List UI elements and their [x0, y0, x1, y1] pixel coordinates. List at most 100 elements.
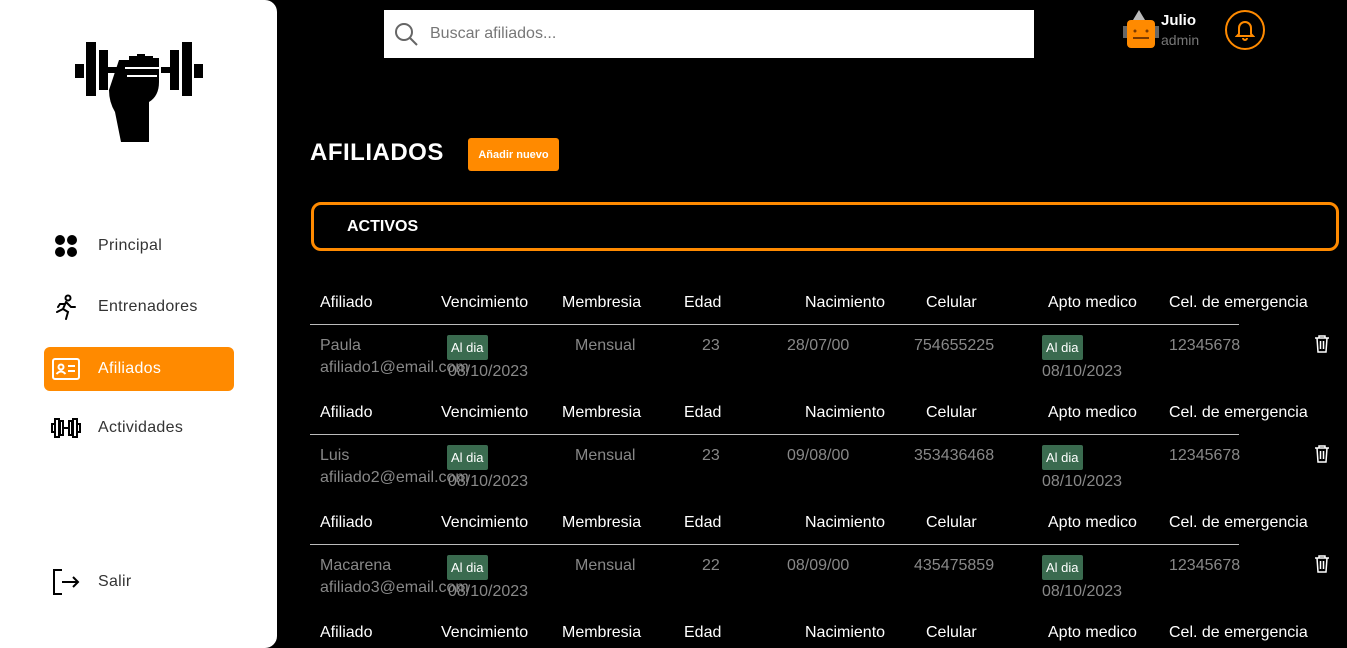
column-header: Membresia	[562, 624, 642, 641]
page-title: AFILIADOS	[310, 139, 444, 166]
age: 23	[702, 337, 720, 354]
table-header: Afiliado Vencimiento Membresia Edad Nacimien…	[310, 504, 1347, 544]
column-header: Apto medico	[1048, 404, 1137, 421]
affiliate-name: Luis	[320, 447, 350, 464]
column-header: Afiliado	[320, 294, 373, 311]
user-name: Julio	[1161, 12, 1197, 29]
add-new-button[interactable]: Añadir nuevo	[468, 138, 559, 171]
column-header: Afiliado	[320, 624, 373, 641]
birth-date: 08/09/00	[787, 557, 850, 574]
column-header: Celular	[926, 514, 977, 531]
affiliate-email: afiliado3@email.com	[320, 579, 469, 596]
search-input[interactable]	[430, 25, 990, 43]
sidebar-item-label: Afiliados	[98, 360, 162, 377]
logout-button[interactable]: Salir	[44, 560, 234, 604]
phone: 754655225	[914, 337, 995, 354]
bell-icon	[1235, 21, 1255, 41]
affiliate-name: Paula	[320, 337, 361, 354]
membership: Mensual	[575, 557, 636, 574]
sidebar-item-entrenadores[interactable]: Entrenadores	[44, 285, 234, 329]
medical-date: 08/10/2023	[1042, 473, 1123, 490]
trash-icon[interactable]	[1314, 555, 1330, 573]
column-header: Edad	[684, 624, 722, 641]
column-header: Vencimiento	[441, 404, 529, 421]
column-header: Vencimiento	[441, 514, 529, 531]
column-header: Membresia	[562, 514, 642, 531]
column-header: Celular	[926, 294, 977, 311]
column-header: Edad	[684, 514, 722, 531]
column-header: Afiliado	[320, 514, 373, 531]
table-header: Afiliado Vencimiento Membresia Edad Nacimien…	[310, 614, 1347, 648]
user-role: admin	[1161, 32, 1200, 48]
status-badge: Al dia	[447, 555, 488, 580]
expiry-date: 08/10/2023	[448, 473, 529, 490]
search-icon	[395, 23, 418, 46]
phone: 435475859	[914, 557, 995, 574]
sidebar-item-label: Principal	[98, 237, 163, 254]
medical-status-badge: Al dia	[1042, 555, 1083, 580]
sidebar: Principal Entrenadores Afiliados Activid…	[0, 0, 277, 648]
column-header: Cel. de emergencia	[1169, 514, 1308, 531]
logout-label: Salir	[98, 573, 132, 590]
table-row[interactable]: Luis afiliado2@email.com 08/10/2023 Al dia M…	[310, 435, 1347, 505]
table-header: Afiliado Vencimiento Membresia Edad Nacimien…	[310, 394, 1347, 434]
table-row[interactable]: Macarena afiliado3@email.com 08/10/2023 Al …	[310, 545, 1347, 615]
id-card-icon	[51, 354, 81, 384]
medical-status-badge: Al dia	[1042, 335, 1083, 360]
membership: Mensual	[575, 337, 636, 354]
column-header: Vencimiento	[441, 294, 529, 311]
affiliate-email: afiliado2@email.com	[320, 469, 469, 486]
medical-date: 08/10/2023	[1042, 583, 1123, 600]
column-header: Nacimiento	[805, 624, 886, 641]
column-header: Vencimiento	[441, 624, 529, 641]
activos-section-tab[interactable]: ACTIVOS	[311, 202, 1339, 251]
column-header: Cel. de emergencia	[1169, 624, 1308, 641]
logout-icon	[51, 567, 81, 597]
expiry-date: 08/10/2023	[448, 363, 529, 380]
avatar[interactable]	[1121, 10, 1161, 50]
dumbbell-icon	[51, 413, 81, 443]
sidebar-item-label: Entrenadores	[98, 298, 198, 315]
emergency-phone: 12345678	[1169, 557, 1241, 574]
column-header: Membresia	[562, 294, 642, 311]
column-header: Edad	[684, 294, 722, 311]
emergency-phone: 12345678	[1169, 447, 1241, 464]
medical-date: 08/10/2023	[1042, 363, 1123, 380]
expiry-date: 08/10/2023	[448, 583, 529, 600]
sidebar-item-actividades[interactable]: Actividades	[44, 406, 234, 450]
affiliate-email: afiliado1@email.com	[320, 359, 469, 376]
status-badge: Al dia	[447, 445, 488, 470]
status-badge: Al dia	[447, 335, 488, 360]
gym-logo-icon	[75, 42, 203, 142]
column-header: Nacimiento	[805, 404, 886, 421]
column-header: Celular	[926, 404, 977, 421]
column-header: Membresia	[562, 404, 642, 421]
age: 23	[702, 447, 720, 464]
column-header: Apto medico	[1048, 514, 1137, 531]
column-header: Nacimiento	[805, 294, 886, 311]
notifications-button[interactable]	[1225, 10, 1265, 50]
affiliate-name: Macarena	[320, 557, 392, 574]
grid-icon	[51, 231, 81, 261]
emergency-phone: 12345678	[1169, 337, 1241, 354]
birth-date: 28/07/00	[787, 337, 850, 354]
column-header: Afiliado	[320, 404, 373, 421]
column-header: Cel. de emergencia	[1169, 404, 1308, 421]
column-header: Edad	[684, 404, 722, 421]
table-row[interactable]: Paula afiliado1@email.com 08/10/2023 Al dia…	[310, 325, 1347, 395]
column-header: Apto medico	[1048, 294, 1137, 311]
trash-icon[interactable]	[1314, 445, 1330, 463]
sidebar-item-afiliados[interactable]: Afiliados	[44, 347, 234, 391]
medical-status-badge: Al dia	[1042, 445, 1083, 470]
trash-icon[interactable]	[1314, 335, 1330, 353]
search-bar	[384, 10, 1034, 58]
phone: 353436468	[914, 447, 995, 464]
column-header: Apto medico	[1048, 624, 1137, 641]
column-header: Nacimiento	[805, 514, 886, 531]
membership: Mensual	[575, 447, 636, 464]
column-header: Cel. de emergencia	[1169, 294, 1308, 311]
table-header: Afiliado Vencimiento Membresia Edad Nacimien…	[310, 284, 1347, 324]
runner-icon	[51, 292, 81, 322]
birth-date: 09/08/00	[787, 447, 850, 464]
sidebar-item-principal[interactable]: Principal	[44, 224, 234, 268]
